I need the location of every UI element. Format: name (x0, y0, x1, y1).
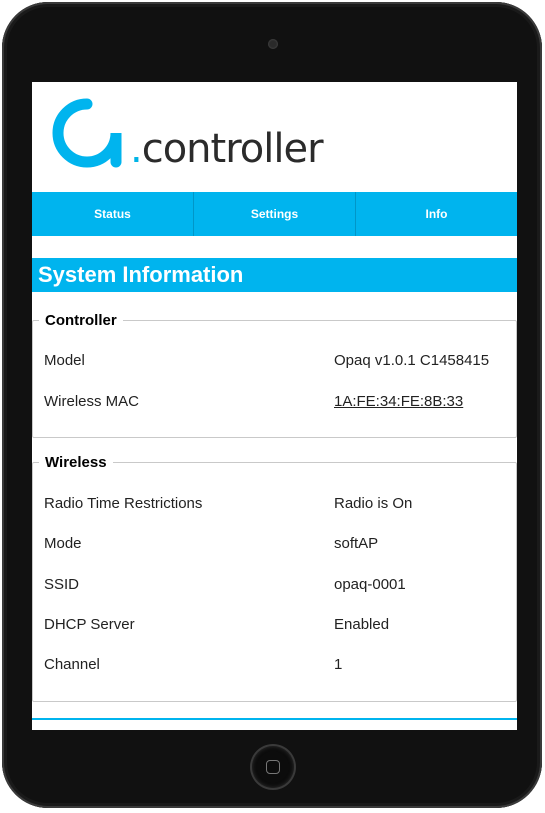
logo-icon (52, 98, 122, 168)
ssid-label: SSID (44, 576, 80, 593)
divider (32, 718, 517, 720)
page-title: System Information (32, 258, 517, 292)
mode-value: softAP (334, 535, 379, 552)
ssid-value: opaq-0001 (334, 576, 406, 593)
nav-status[interactable]: Status (32, 192, 194, 236)
main-nav: Status Settings Info (32, 192, 517, 236)
nav-info[interactable]: Info (356, 192, 517, 236)
channel-value: 1 (334, 656, 343, 673)
wireless-mac-label: Wireless MAC (44, 393, 140, 410)
nav-settings[interactable]: Settings (194, 192, 356, 236)
wireless-legend: Wireless (45, 454, 107, 471)
wireless-mac-link[interactable]: 1A:FE:34:FE:8B:33 (334, 393, 463, 410)
radio-time-value: Radio is On (334, 495, 413, 512)
controller-section: Controller (32, 312, 517, 438)
radio-time-label: Radio Time Restrictions (44, 495, 203, 512)
camera-icon (268, 39, 278, 49)
screen: .controller Status Settings Info System … (32, 82, 517, 730)
tablet-frame: .controller Status Settings Info System … (2, 2, 542, 808)
mode-label: Mode (44, 535, 82, 552)
header-logo: .controller (32, 82, 517, 190)
dhcp-value: Enabled (334, 616, 390, 633)
home-square-icon (266, 760, 280, 774)
wireless-section: Wireless (32, 454, 517, 702)
model-label: Model (44, 352, 85, 369)
logo-text: .controller (130, 126, 324, 172)
dhcp-label: DHCP Server (44, 616, 135, 633)
channel-label: Channel (44, 656, 100, 673)
model-value: Opaq v1.0.1 C1458415 (334, 352, 490, 369)
controller-legend: Controller (45, 312, 117, 329)
